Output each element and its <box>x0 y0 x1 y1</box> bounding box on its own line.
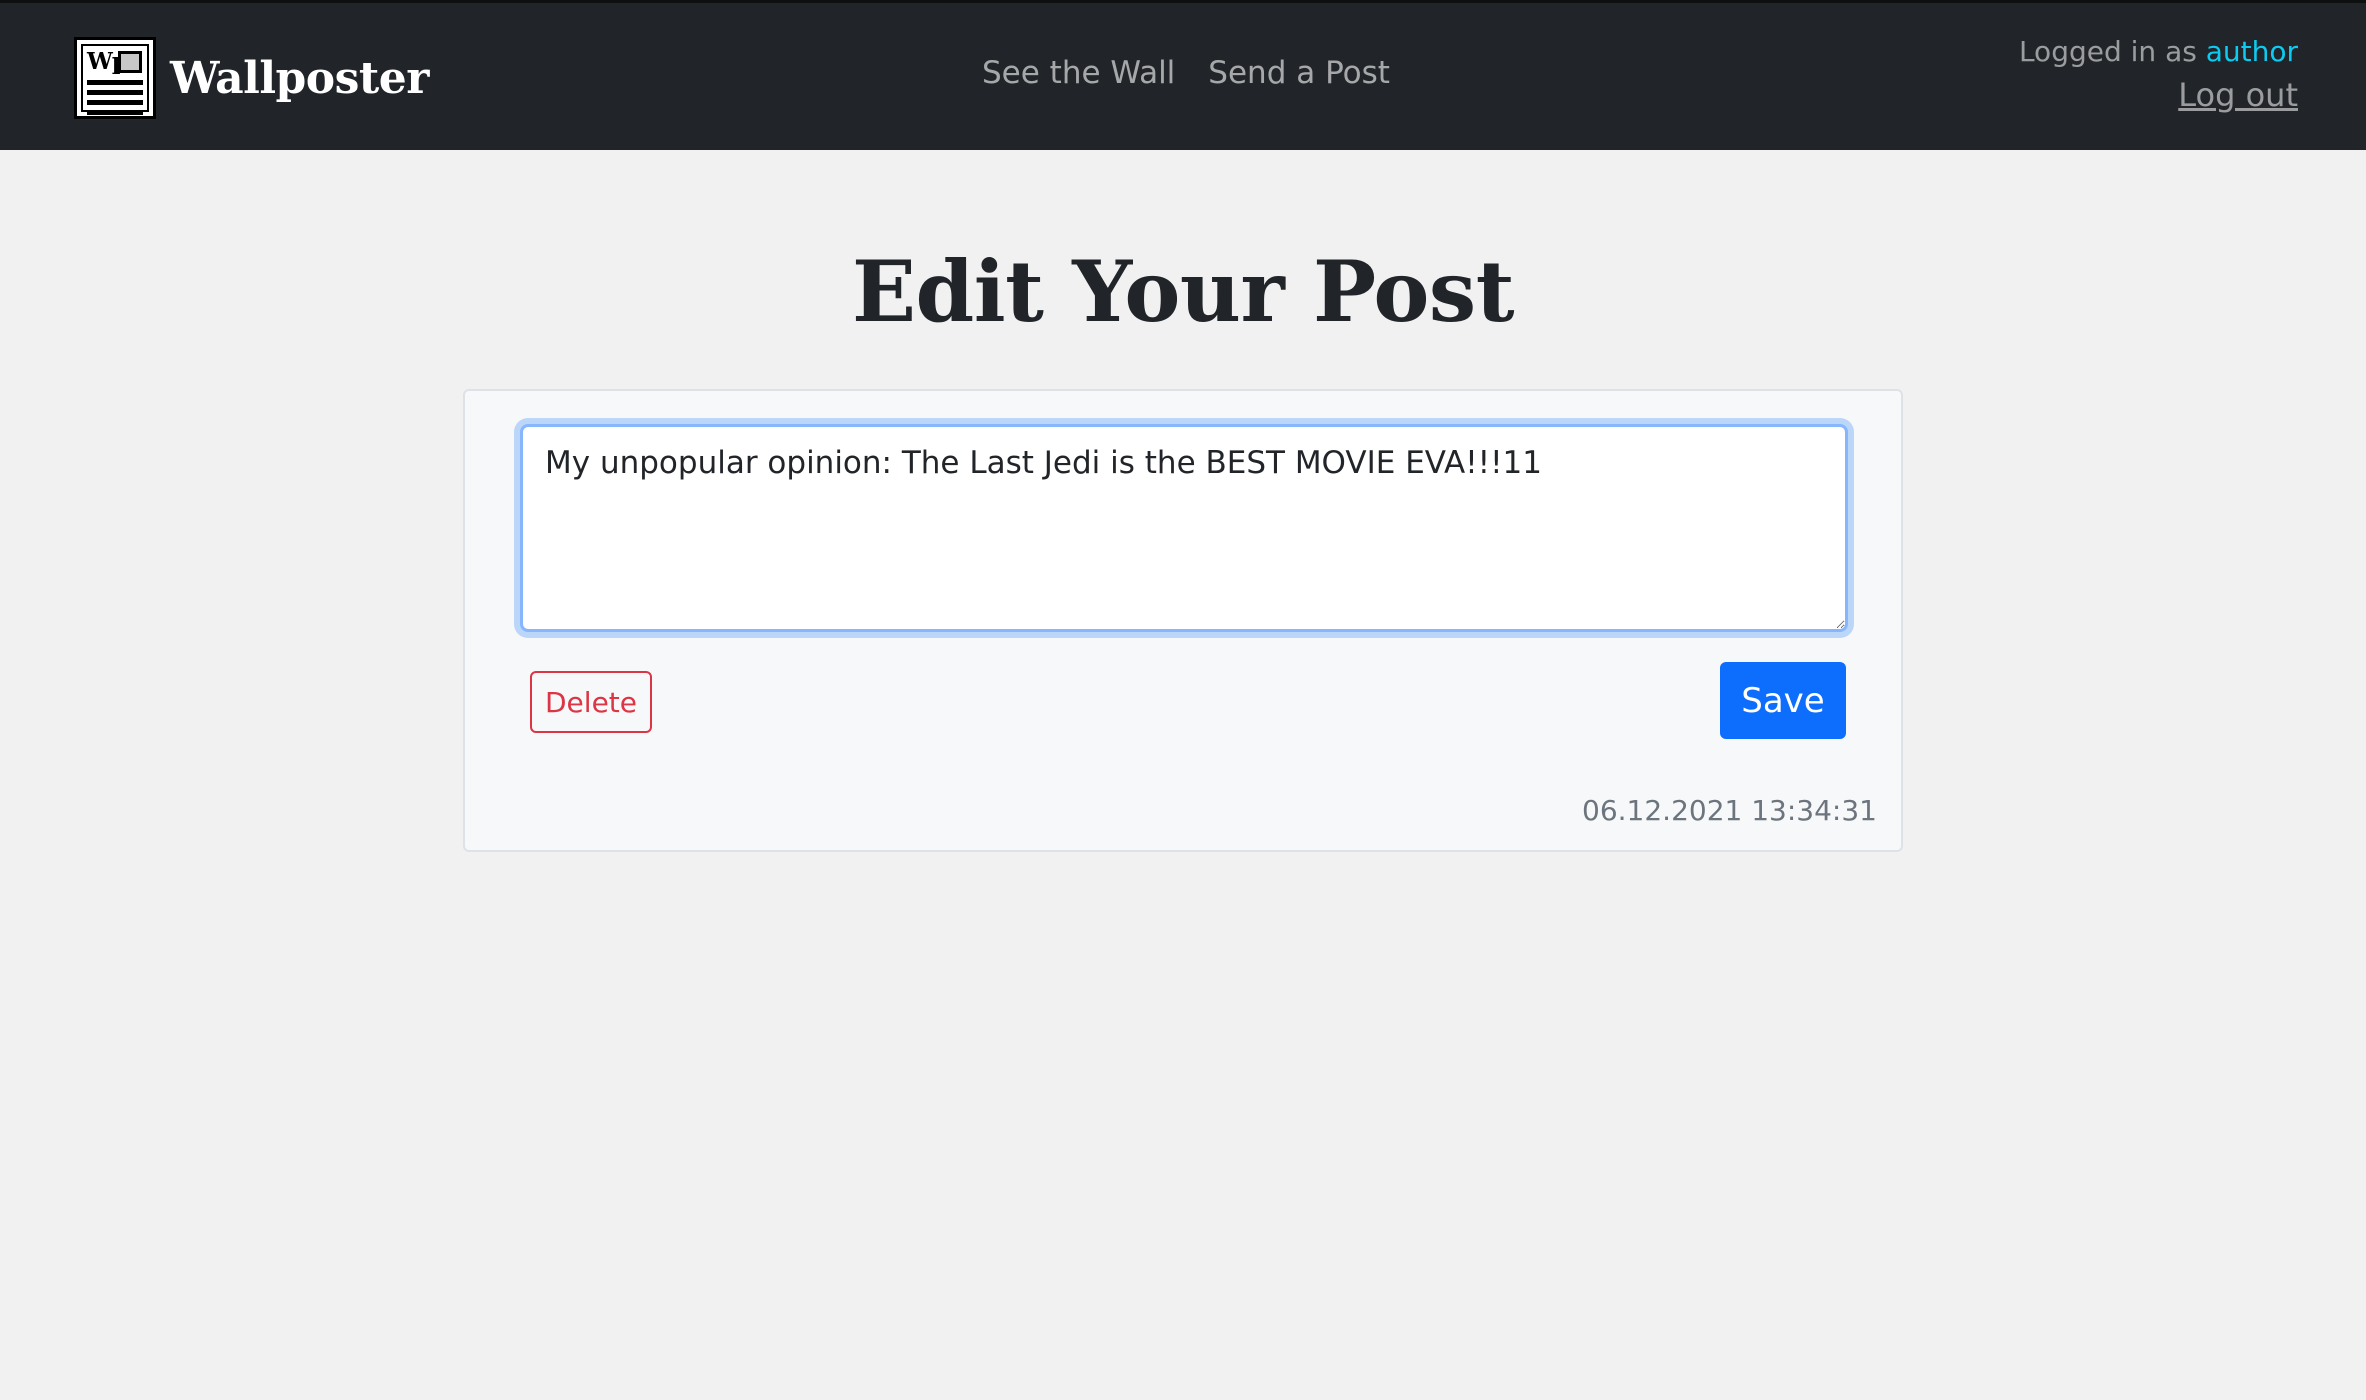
logo-frame: Wp <box>81 44 149 115</box>
save-button[interactable]: Save <box>1720 662 1846 739</box>
logo-line <box>87 80 143 85</box>
nav-link-see-the-wall[interactable]: See the Wall <box>982 55 1175 91</box>
newspaper-logo-icon: Wp <box>74 37 156 119</box>
brand-link[interactable]: Wp Wallposter <box>74 35 429 121</box>
post-textarea-wrapper: My unpopular opinion: The Last Jedi is t… <box>520 424 1848 632</box>
page-title: Edit Your Post <box>851 242 1515 341</box>
edit-post-card: My unpopular opinion: The Last Jedi is t… <box>463 389 1903 852</box>
delete-button[interactable]: Delete <box>530 671 652 733</box>
username-link[interactable]: author <box>2206 35 2298 68</box>
top-navbar: Wp Wallposter See the Wall Send a Post L… <box>0 0 2366 150</box>
logo-line <box>87 110 143 115</box>
nav-links: See the Wall Send a Post <box>982 55 1390 91</box>
post-timestamp: 06.12.2021 13:34:31 <box>1582 794 1877 827</box>
logo-picture-square <box>118 51 142 73</box>
logo-line <box>87 90 143 95</box>
user-area: Logged in as author Log out <box>2019 35 2298 114</box>
logout-link[interactable]: Log out <box>2178 76 2298 114</box>
brand-name: Wallposter <box>170 52 429 104</box>
post-content-textarea[interactable]: My unpopular opinion: The Last Jedi is t… <box>523 427 1845 629</box>
nav-link-send-a-post[interactable]: Send a Post <box>1208 55 1390 91</box>
logged-in-prefix: Logged in as <box>2018 35 2197 68</box>
logo-line <box>87 100 143 105</box>
logged-in-status: Logged in as author <box>2019 35 2298 68</box>
